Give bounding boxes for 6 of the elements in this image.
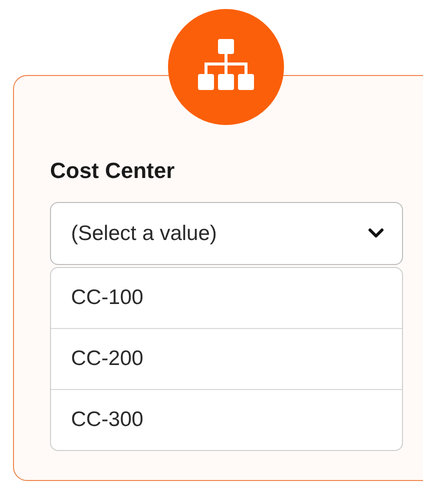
chevron-down-icon [368,228,384,239]
dropdown-option[interactable]: CC-200 [51,329,402,390]
dropdown-field[interactable]: (Select a value) [50,202,403,265]
dropdown-option[interactable]: CC-300 [51,390,402,450]
dropdown-option[interactable]: CC-100 [51,268,402,329]
field-label: Cost Center [50,158,176,184]
